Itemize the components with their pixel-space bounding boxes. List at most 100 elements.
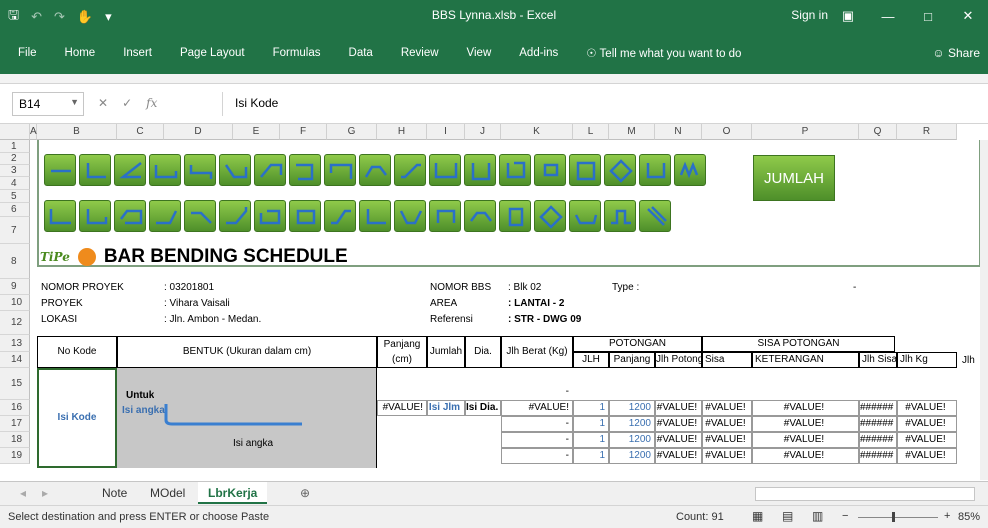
bend-shape-button-1-19[interactable] [674, 154, 706, 186]
page-layout-view-icon[interactable]: ▤ [782, 509, 793, 523]
bend-shape-button-1-17[interactable] [604, 154, 636, 186]
table-cell[interactable]: 1200 [609, 400, 655, 416]
tab-file[interactable]: File [18, 47, 37, 59]
bend-shape-button-1-8[interactable] [289, 154, 321, 186]
tab-review[interactable]: Review [401, 47, 439, 59]
table-cell[interactable]: #VALUE! [655, 400, 702, 416]
ribbon-display-icon[interactable]: ▣ [828, 8, 868, 24]
column-header[interactable]: K [501, 124, 573, 140]
sheet-tab-lbrkerja[interactable]: LbrKerja [198, 482, 268, 504]
maximize-icon[interactable]: □ [908, 9, 948, 24]
table-cell[interactable]: 1200 [609, 432, 655, 448]
tab-page-layout[interactable]: Page Layout [180, 47, 245, 59]
bend-shape-button-2-4[interactable] [149, 200, 181, 232]
bend-shape-button-2-14[interactable] [499, 200, 531, 232]
table-cell[interactable]: 1200 [609, 448, 655, 464]
bend-shape-button-2-10[interactable] [359, 200, 391, 232]
table-cell[interactable]: ###### [859, 400, 897, 416]
bend-shape-button-1-15[interactable] [534, 154, 566, 186]
column-header[interactable]: Q [859, 124, 897, 140]
row-header[interactable]: 10 [0, 295, 30, 311]
bend-shape-button-2-2[interactable] [79, 200, 111, 232]
bend-shape-button-1-3[interactable] [114, 154, 146, 186]
table-cell[interactable]: - [501, 416, 573, 432]
vertical-scrollbar[interactable] [980, 140, 988, 480]
column-header[interactable]: H [377, 124, 427, 140]
column-header[interactable]: C [117, 124, 164, 140]
tab-insert[interactable]: Insert [123, 47, 152, 59]
column-header[interactable]: B [37, 124, 117, 140]
row-header[interactable]: 2 [0, 153, 30, 165]
sheet-tab-note[interactable]: Note [92, 482, 137, 504]
bend-shape-button-1-12[interactable] [429, 154, 461, 186]
table-cell[interactable]: ###### [859, 432, 897, 448]
bend-shape-button-2-7[interactable] [254, 200, 286, 232]
table-cell[interactable]: #VALUE! [702, 416, 752, 432]
bend-shape-button-1-18[interactable] [639, 154, 671, 186]
table-cell[interactable]: #VALUE! [897, 432, 957, 448]
row-header[interactable]: 14 [0, 352, 30, 368]
table-cell[interactable]: #VALUE! [752, 400, 859, 416]
row-header[interactable]: 7 [0, 217, 30, 244]
column-header[interactable]: J [465, 124, 501, 140]
table-cell[interactable]: 1 [573, 448, 609, 464]
row-header[interactable]: 8 [0, 244, 30, 279]
row-header[interactable]: 3 [0, 165, 30, 177]
column-header[interactable]: O [702, 124, 752, 140]
jlh-berat-cell[interactable]: - [501, 385, 573, 399]
bend-shape-button-2-9[interactable] [324, 200, 356, 232]
column-header[interactable]: E [233, 124, 280, 140]
row-header[interactable]: 12 [0, 311, 30, 335]
table-cell[interactable]: ###### [859, 448, 897, 464]
add-sheet-icon[interactable]: ⊕ [290, 482, 320, 504]
bend-shape-button-2-13[interactable] [464, 200, 496, 232]
table-cell[interactable]: #VALUE! [897, 416, 957, 432]
bend-shape-button-1-13[interactable] [464, 154, 496, 186]
table-cell[interactable]: 1 [573, 416, 609, 432]
table-cell[interactable]: #VALUE! [702, 400, 752, 416]
table-cell[interactable]: - [501, 432, 573, 448]
horizontal-scrollbar[interactable] [755, 487, 975, 501]
bend-shape-button-2-17[interactable] [604, 200, 636, 232]
row-header[interactable]: 19 [0, 448, 30, 464]
bend-shape-button-2-3[interactable] [114, 200, 146, 232]
table-cell[interactable]: #VALUE! [897, 400, 957, 416]
sign-in-link[interactable]: Sign in [791, 8, 828, 22]
tell-me-box[interactable]: ☉ Tell me what you want to do [586, 46, 741, 60]
table-cell[interactable]: 1 [573, 400, 609, 416]
table-cell[interactable]: - [501, 448, 573, 464]
isi-kode-cell[interactable]: Isi Kode [37, 368, 117, 468]
table-cell[interactable]: #VALUE! [501, 400, 573, 416]
row-header[interactable]: 17 [0, 416, 30, 432]
formula-input[interactable]: Isi Kode [222, 92, 290, 116]
tab-view[interactable]: View [467, 47, 492, 59]
table-cell[interactable]: 1200 [609, 416, 655, 432]
table-cell[interactable]: #VALUE! [752, 416, 859, 432]
bend-shape-button-2-1[interactable] [44, 200, 76, 232]
table-cell[interactable]: Isi Dia. [465, 400, 501, 416]
row-header[interactable]: 1 [0, 140, 30, 153]
bend-shape-button-1-11[interactable] [394, 154, 426, 186]
tab-formulas[interactable]: Formulas [273, 47, 321, 59]
zoom-out-icon[interactable]: − [842, 510, 848, 522]
bend-shape-button-2-16[interactable] [569, 200, 601, 232]
next-sheet-icon[interactable]: ▸ [32, 482, 58, 504]
bend-shape-button-2-11[interactable] [394, 200, 426, 232]
bend-shape-button-2-6[interactable] [219, 200, 251, 232]
bend-shape-button-1-4[interactable] [149, 154, 181, 186]
table-cell[interactable]: #VALUE! [377, 400, 427, 416]
column-header[interactable]: N [655, 124, 702, 140]
bend-shape-button-1-9[interactable] [324, 154, 356, 186]
table-cell[interactable]: ###### [859, 416, 897, 432]
table-cell[interactable]: #VALUE! [655, 416, 702, 432]
jumlah-button[interactable]: JUMLAH [753, 155, 835, 201]
bend-shape-button-2-8[interactable] [289, 200, 321, 232]
enter-icon[interactable]: ✓ [122, 96, 132, 110]
column-header[interactable]: F [280, 124, 327, 140]
zoom-slider-thumb[interactable] [892, 512, 895, 522]
column-header[interactable]: A [30, 124, 37, 140]
bend-shape-button-1-7[interactable] [254, 154, 286, 186]
table-cell[interactable]: #VALUE! [702, 432, 752, 448]
table-cell[interactable]: Isi Jlm [427, 400, 465, 416]
table-cell[interactable]: #VALUE! [702, 448, 752, 464]
